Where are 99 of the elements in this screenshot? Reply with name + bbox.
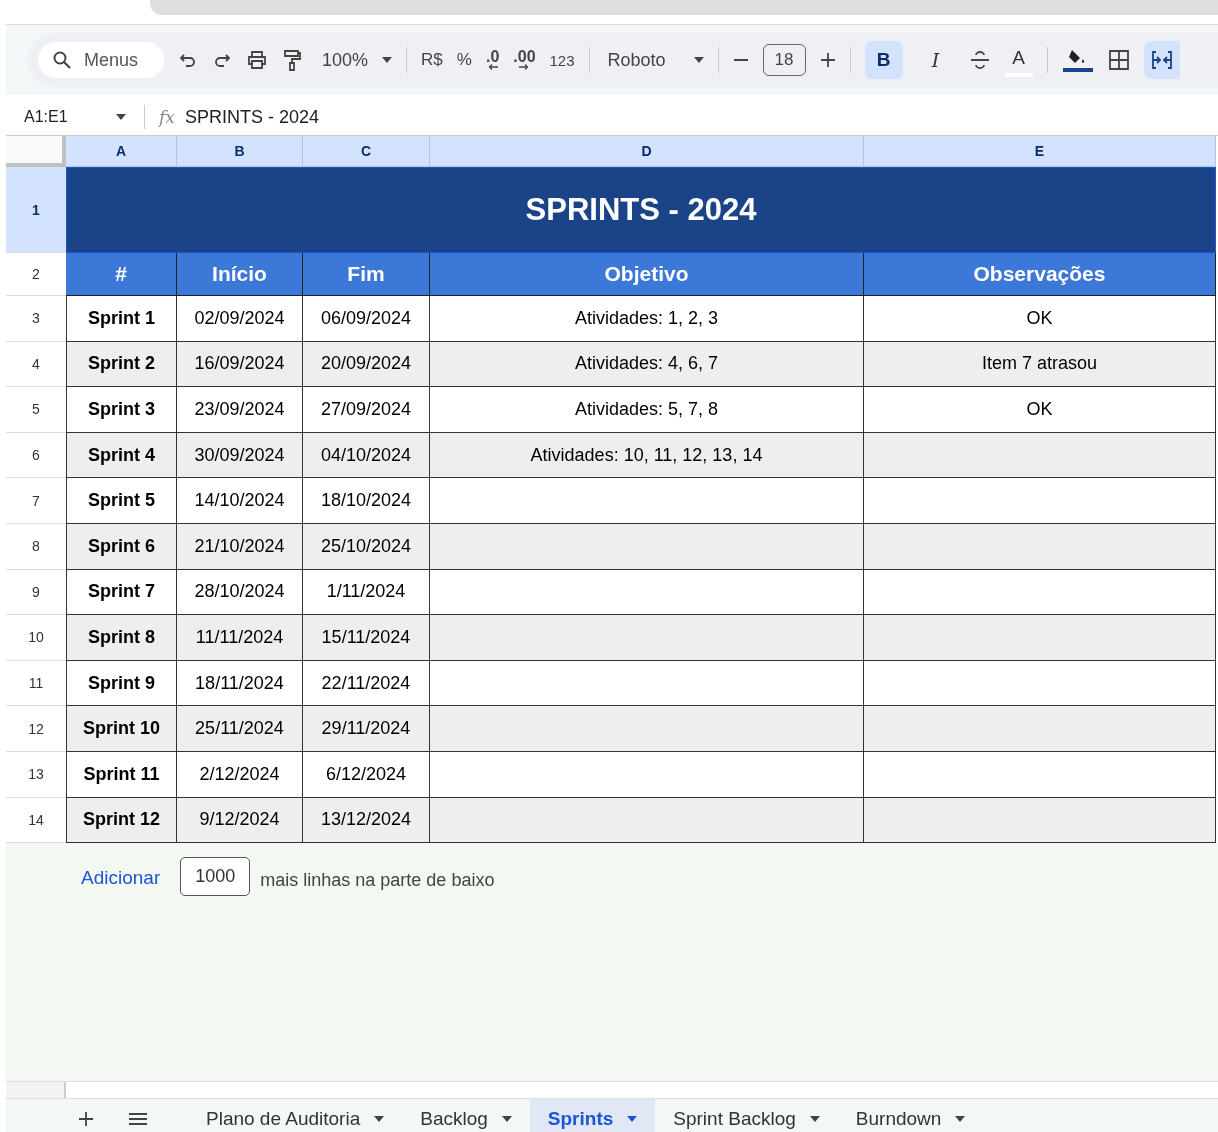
sheet-title-cell: SPRINTS - 2024 bbox=[66, 167, 1216, 253]
sheet-tab[interactable]: Sprint Backlog bbox=[655, 1099, 838, 1132]
table-cell: Sprint 5 bbox=[66, 478, 177, 524]
table-cell: Sprint 3 bbox=[66, 387, 177, 433]
strikethrough-icon[interactable] bbox=[968, 50, 991, 70]
column-header[interactable]: D bbox=[430, 136, 864, 167]
header-cell: Início bbox=[177, 253, 303, 296]
formula-field[interactable]: SPRINTS - 2024 bbox=[184, 106, 319, 128]
sheet-tab[interactable]: Plano de Auditoria bbox=[188, 1099, 403, 1132]
table-cell: 02/09/2024 bbox=[177, 296, 303, 342]
header-cell: Observações bbox=[864, 253, 1216, 296]
table-cell: Atividades: 5, 7, 8 bbox=[430, 387, 864, 433]
italic-button[interactable]: I bbox=[916, 41, 955, 79]
zoom-select[interactable]: 100% bbox=[322, 49, 369, 71]
table-cell: 29/11/2024 bbox=[303, 706, 430, 752]
row-header[interactable]: 1 bbox=[6, 167, 66, 253]
table-cell: 18/10/2024 bbox=[303, 478, 430, 524]
caret-icon[interactable] bbox=[693, 57, 704, 63]
table-cell: 16/09/2024 bbox=[177, 341, 303, 388]
menus-search-field[interactable]: Menus bbox=[38, 42, 165, 78]
table-cell: Sprint 2 bbox=[66, 341, 177, 388]
table-cell: 20/09/2024 bbox=[303, 341, 430, 388]
column-header[interactable]: B bbox=[177, 136, 303, 167]
percent-button[interactable]: % bbox=[456, 50, 472, 70]
merge-icon bbox=[1150, 49, 1173, 71]
table-cell: 27/09/2024 bbox=[303, 387, 430, 433]
caret-icon[interactable] bbox=[116, 114, 126, 120]
paint-roller-icon[interactable] bbox=[282, 48, 303, 72]
caret-icon bbox=[627, 1116, 638, 1123]
table-cell: 21/10/2024 bbox=[177, 523, 303, 570]
table-cell: 9/12/2024 bbox=[177, 797, 303, 844]
table-cell: Atividades: 4, 6, 7 bbox=[430, 341, 864, 388]
sheet-tab[interactable]: Sprints bbox=[529, 1099, 656, 1132]
left-arrow-icon bbox=[487, 64, 498, 70]
column-header[interactable]: E bbox=[864, 136, 1216, 167]
table-cell: 28/10/2024 bbox=[177, 569, 303, 616]
table-cell: 06/09/2024 bbox=[303, 296, 430, 342]
table-cell: 6/12/2024 bbox=[303, 751, 430, 798]
decrease-decimals-button[interactable]: .0 bbox=[485, 50, 500, 70]
column-header[interactable]: A bbox=[66, 136, 177, 167]
sheet-tab[interactable]: Burndown bbox=[837, 1099, 984, 1132]
header-cell: Fim bbox=[303, 253, 430, 296]
bold-button[interactable]: B bbox=[864, 41, 903, 79]
right-arrow-icon bbox=[519, 64, 530, 70]
borders-icon[interactable] bbox=[1107, 49, 1130, 71]
table-cell: 15/11/2024 bbox=[303, 615, 430, 661]
table-cell: 1/11/2024 bbox=[303, 569, 430, 616]
table-cell: Sprint 11 bbox=[66, 751, 177, 798]
table-cell: Sprint 10 bbox=[66, 706, 177, 752]
table-cell: 25/11/2024 bbox=[177, 706, 303, 752]
sheet-tab[interactable]: Backlog bbox=[402, 1099, 530, 1132]
plus-icon[interactable] bbox=[819, 52, 836, 68]
table-cell: 22/11/2024 bbox=[303, 660, 430, 707]
font-size-field[interactable]: 18 bbox=[762, 44, 806, 76]
text-color-button[interactable]: A bbox=[1004, 43, 1033, 77]
cell-reference-field[interactable]: A1:E1 bbox=[24, 108, 106, 126]
table-cell: 18/11/2024 bbox=[177, 660, 303, 707]
caret-icon bbox=[374, 1116, 385, 1123]
caret-icon bbox=[501, 1116, 512, 1123]
table-cell: 14/10/2024 bbox=[177, 478, 303, 524]
table-cell: 2/12/2024 bbox=[177, 751, 303, 798]
merge-cells-button[interactable] bbox=[1143, 41, 1180, 79]
header-cell: # bbox=[66, 253, 177, 296]
currency-button[interactable]: R$ bbox=[421, 50, 443, 70]
header-cell: Objetivo bbox=[430, 253, 864, 296]
table-cell: Item 7 atrasou bbox=[864, 341, 1216, 388]
caret-icon bbox=[955, 1116, 966, 1123]
table-cell: 30/09/2024 bbox=[177, 432, 303, 479]
table-cell: Sprint 1 bbox=[66, 296, 177, 342]
table-cell: Sprint 8 bbox=[66, 615, 177, 661]
table-cell: OK bbox=[864, 387, 1216, 433]
caret-icon[interactable] bbox=[382, 57, 393, 63]
table-cell: Sprint 6 bbox=[66, 523, 177, 570]
table-cell: Sprint 4 bbox=[66, 432, 177, 479]
table-cell: 23/09/2024 bbox=[177, 387, 303, 433]
caret-icon bbox=[809, 1116, 820, 1123]
function-label: fx bbox=[159, 107, 175, 127]
font-select[interactable]: Roboto bbox=[607, 49, 666, 71]
table-cell: OK bbox=[864, 296, 1216, 342]
table-cell: Atividades: 1, 2, 3 bbox=[430, 296, 864, 342]
table-cell: 04/10/2024 bbox=[303, 432, 430, 479]
table-cell: 13/12/2024 bbox=[303, 797, 430, 844]
search-icon bbox=[52, 50, 72, 70]
table-cell: Sprint 9 bbox=[66, 660, 177, 707]
table-cell: 25/10/2024 bbox=[303, 523, 430, 570]
fill-color-icon[interactable] bbox=[1061, 47, 1094, 73]
table-cell: Sprint 7 bbox=[66, 569, 177, 616]
table-cell: 11/11/2024 bbox=[177, 615, 303, 661]
row-count-field[interactable]: 1000 bbox=[180, 857, 251, 897]
print-icon[interactable] bbox=[246, 49, 269, 71]
column-header[interactable]: C bbox=[303, 136, 430, 167]
more-formats-button[interactable]: 123 bbox=[549, 51, 575, 69]
table-cell: Sprint 12 bbox=[66, 797, 177, 844]
add-sheet-icon[interactable] bbox=[78, 1111, 94, 1128]
increase-decimals-button[interactable]: .00 bbox=[513, 50, 536, 70]
add-rows-label: mais linhas na parte de baixo bbox=[260, 870, 495, 892]
table-cell: Atividades: 10, 11, 12, 13, 14 bbox=[430, 432, 864, 479]
add-rows-link[interactable]: Adicionar bbox=[81, 867, 161, 890]
menu-icon[interactable] bbox=[128, 1112, 148, 1127]
